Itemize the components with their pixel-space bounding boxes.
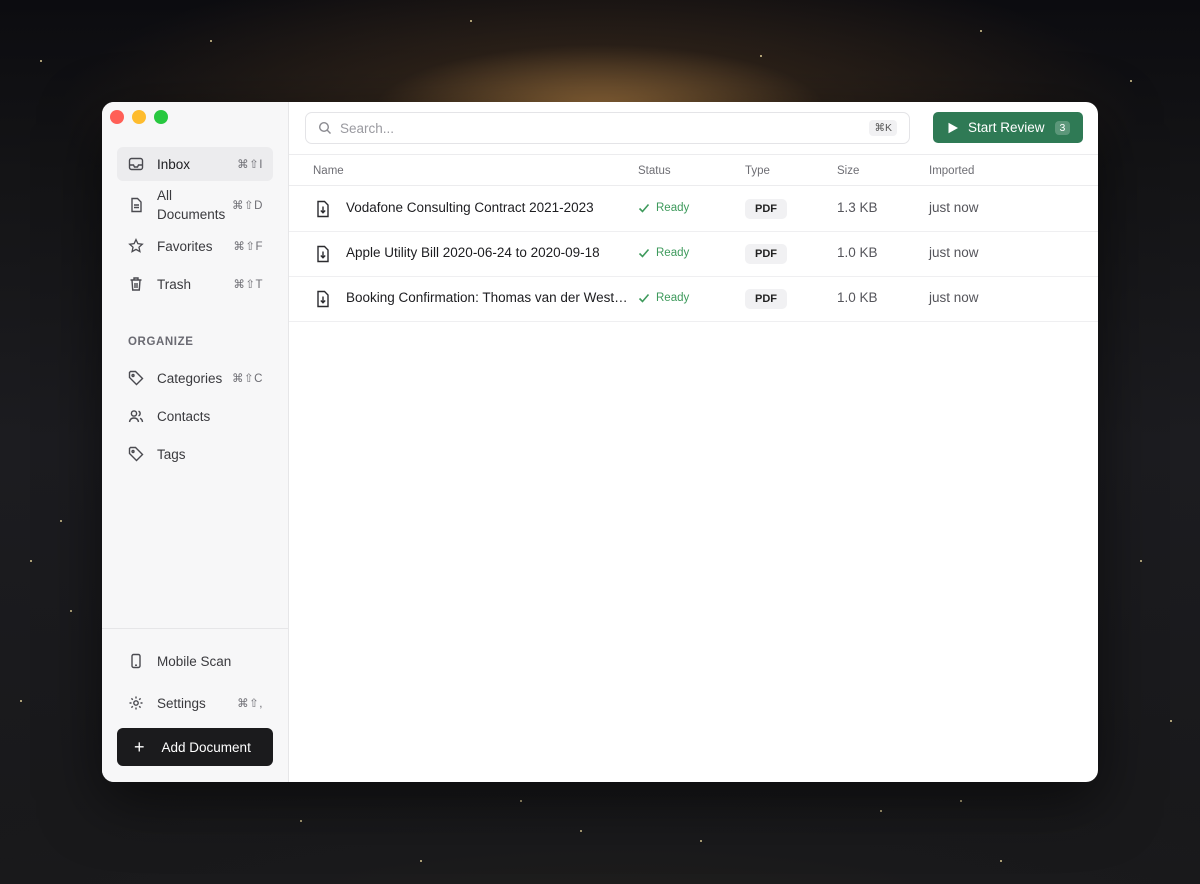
type-badge: PDF: [745, 244, 787, 264]
status-badge: Ready: [638, 292, 689, 304]
table-header: Name Status Type Size Imported: [289, 154, 1098, 186]
sidebar-item-inbox[interactable]: Inbox ⌘⇧I: [117, 147, 273, 181]
shortcut-hint: ⌘⇧F: [233, 241, 263, 253]
sidebar-item-label: Mobile Scan: [157, 653, 232, 669]
document-icon: [127, 196, 145, 214]
close-window-button[interactable]: [110, 110, 124, 124]
document-name: Apple Utility Bill 2020-06-24 to 2020-09…: [346, 245, 600, 260]
sidebar-item-tags[interactable]: Tags: [117, 437, 273, 471]
review-count-badge: 3: [1054, 120, 1071, 135]
document-name: Vodafone Consulting Contract 2021-2023: [346, 200, 594, 215]
sidebar-item-label: Settings: [157, 695, 206, 711]
star-icon: [127, 237, 145, 255]
check-icon: [638, 293, 650, 303]
zoom-window-button[interactable]: [154, 110, 168, 124]
sidebar-item-label: Categories: [157, 370, 223, 386]
start-review-label: Start Review: [968, 120, 1045, 135]
sidebar-item-contacts[interactable]: Contacts: [117, 399, 273, 433]
sidebar-divider: [102, 628, 288, 629]
column-header-imported[interactable]: Imported: [929, 165, 974, 177]
file-size: 1.0 KB: [837, 245, 878, 260]
search-icon: [318, 121, 332, 135]
search-shortcut-hint: ⌘K: [869, 120, 897, 136]
column-header-type[interactable]: Type: [745, 165, 770, 177]
inbox-icon: [127, 155, 145, 173]
search-bar[interactable]: ⌘K: [305, 112, 910, 144]
status-label: Ready: [656, 247, 690, 259]
plus-icon: +: [134, 737, 145, 757]
search-input[interactable]: [340, 120, 909, 136]
column-header-size[interactable]: Size: [837, 165, 859, 177]
sidebar-item-favorites[interactable]: Favorites ⌘⇧F: [117, 229, 273, 263]
sidebar-item-label: Tags: [157, 446, 186, 462]
pdf-file-icon: [315, 290, 331, 308]
imported-time: just now: [929, 290, 979, 305]
imported-time: just now: [929, 245, 979, 260]
main-panel: ⌘K Start Review 3 Name Status Type Size …: [289, 102, 1098, 782]
pdf-file-icon: [315, 245, 331, 263]
gear-icon: [127, 694, 145, 712]
type-badge: PDF: [745, 199, 787, 219]
sidebar-item-label: Trash: [157, 276, 192, 292]
pdf-file-icon: [315, 200, 331, 218]
app-window: Inbox ⌘⇧I All Documents ⌘⇧D Favorites ⌘⇧…: [102, 102, 1098, 782]
tags-icon: [127, 445, 145, 463]
sidebar-item-label: Contacts: [157, 408, 211, 424]
add-document-label: Add Document: [161, 739, 251, 755]
organize-heading: ORGANIZE: [128, 336, 194, 348]
sidebar-item-mobile-scan[interactable]: Mobile Scan: [117, 644, 273, 678]
phone-icon: [127, 652, 145, 670]
sidebar: Inbox ⌘⇧I All Documents ⌘⇧D Favorites ⌘⇧…: [102, 102, 289, 782]
sidebar-item-label: Inbox: [157, 156, 191, 172]
play-icon: [948, 122, 958, 133]
sidebar-item-categories[interactable]: Categories ⌘⇧C: [117, 361, 273, 395]
file-size: 1.3 KB: [837, 200, 878, 215]
document-name: Booking Confirmation: Thomas van der Wes…: [346, 290, 633, 305]
column-header-name[interactable]: Name: [313, 165, 344, 177]
shortcut-hint: ⌘⇧T: [233, 279, 263, 291]
check-icon: [638, 248, 650, 258]
status-label: Ready: [656, 292, 690, 304]
sidebar-item-label: Favorites: [157, 238, 213, 254]
imported-time: just now: [929, 200, 979, 215]
type-badge: PDF: [745, 289, 787, 309]
organize-nav: Categories ⌘⇧C Contacts Tags: [117, 361, 273, 471]
tag-icon: [127, 369, 145, 387]
status-label: Ready: [656, 202, 690, 214]
column-header-status[interactable]: Status: [638, 165, 671, 177]
check-icon: [638, 203, 650, 213]
file-size: 1.0 KB: [837, 290, 878, 305]
table-row[interactable]: Booking Confirmation: Thomas van der Wes…: [289, 277, 1098, 322]
status-badge: Ready: [638, 247, 689, 259]
start-review-button[interactable]: Start Review 3: [933, 112, 1083, 143]
sidebar-item-all-documents[interactable]: All Documents ⌘⇧D: [117, 185, 273, 225]
add-document-button[interactable]: + Add Document: [117, 728, 273, 766]
table-row[interactable]: Vodafone Consulting Contract 2021-2023 Re…: [289, 187, 1098, 232]
users-icon: [127, 407, 145, 425]
trash-icon: [127, 275, 145, 293]
table-row[interactable]: Apple Utility Bill 2020-06-24 to 2020-09…: [289, 232, 1098, 277]
sidebar-item-settings[interactable]: Settings ⌘⇧,: [117, 686, 273, 720]
sidebar-item-label: All Documents: [157, 188, 226, 222]
shortcut-hint: ⌘⇧,: [237, 698, 263, 710]
shortcut-hint: ⌘⇧C: [232, 373, 263, 385]
main-nav: Inbox ⌘⇧I All Documents ⌘⇧D Favorites ⌘⇧…: [117, 147, 273, 301]
status-badge: Ready: [638, 202, 689, 214]
shortcut-hint: ⌘⇧D: [232, 200, 263, 212]
bottom-nav: Mobile Scan Settings ⌘⇧,: [117, 644, 273, 720]
window-controls: [110, 110, 168, 124]
sidebar-item-trash[interactable]: Trash ⌘⇧T: [117, 267, 273, 301]
minimize-window-button[interactable]: [132, 110, 146, 124]
shortcut-hint: ⌘⇧I: [237, 159, 263, 171]
